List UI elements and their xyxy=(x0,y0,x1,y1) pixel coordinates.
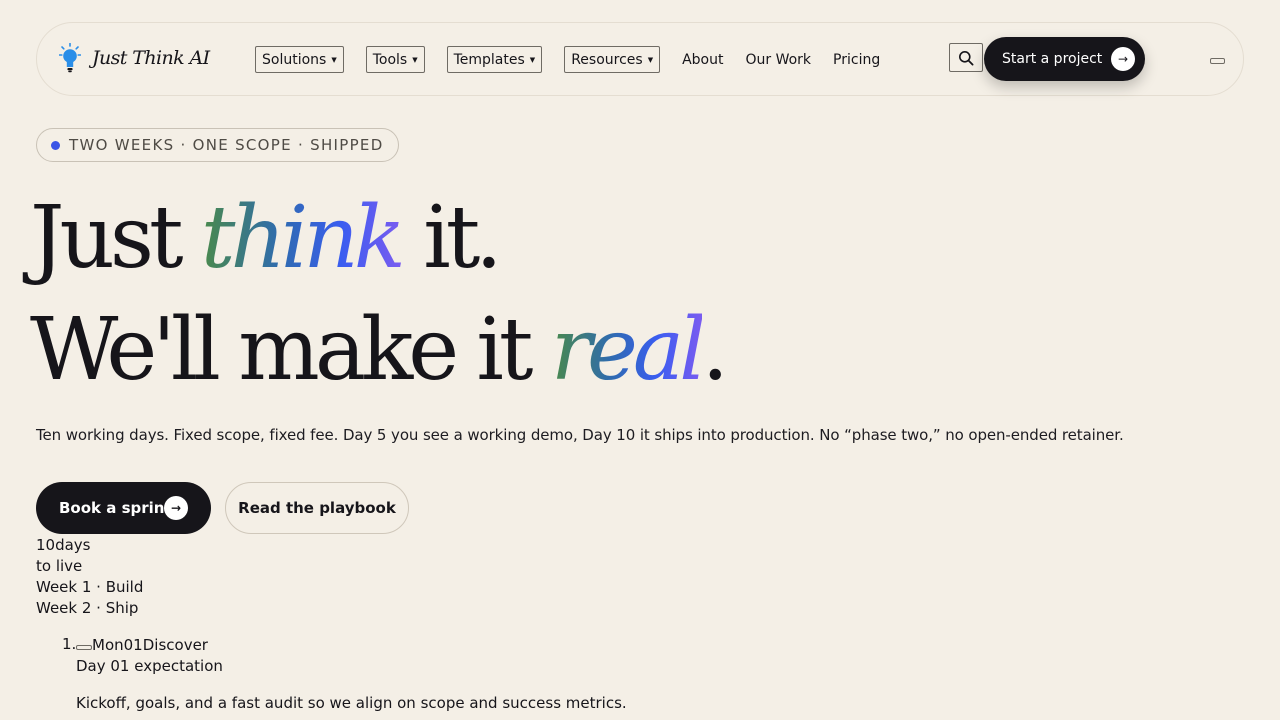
brand-logo[interactable]: Just Think AI xyxy=(59,43,210,73)
timeline-num: 01 xyxy=(123,636,143,654)
menu-solutions-label: Solutions xyxy=(262,51,327,68)
read-playbook-button[interactable]: Read the playbook xyxy=(225,482,409,534)
arrow-right-icon: → xyxy=(1111,47,1135,71)
book-sprint-button[interactable]: Book a sprint → xyxy=(36,482,211,534)
nav-link-our-work[interactable]: Our Work xyxy=(745,52,811,68)
headline-1-accent: think xyxy=(200,188,406,288)
timeline-title: Discover xyxy=(142,636,208,654)
menu-toggle-button[interactable] xyxy=(1210,58,1225,64)
headline-2-after: . xyxy=(701,300,729,400)
menu-resources[interactable]: Resources ▼ xyxy=(564,46,661,73)
arrow-right-icon: → xyxy=(164,496,188,520)
nav-link-pricing[interactable]: Pricing xyxy=(833,52,880,68)
search-icon xyxy=(959,50,974,66)
menu-resources-label: Resources xyxy=(571,51,643,68)
status-dot-icon xyxy=(51,140,60,150)
top-nav: Just Think AI Solutions ▼ Tools ▼ Templa… xyxy=(36,22,1244,96)
caret-down-icon: ▼ xyxy=(331,55,337,64)
caret-down-icon: ▼ xyxy=(412,55,418,64)
headline-2-before: We'll make it xyxy=(30,300,551,400)
timeline-description: Kickoff, goals, and a fast audit so we a… xyxy=(76,694,627,712)
timeline-toggle[interactable] xyxy=(76,645,92,650)
week-1-label: Week 1 · Build xyxy=(36,578,144,596)
nav-link-about[interactable]: About xyxy=(682,52,723,68)
menu-tools[interactable]: Tools ▼ xyxy=(365,46,425,73)
hero-headline: Just think it. We'll make it real. xyxy=(30,182,729,406)
start-project-button[interactable]: Start a project → xyxy=(984,37,1145,81)
timeline-day: Mon xyxy=(92,636,124,654)
hero-badge-text: TWO WEEKS · ONE SCOPE · SHIPPED xyxy=(69,136,384,154)
menu-templates-label: Templates xyxy=(453,51,525,68)
caret-down-icon: ▼ xyxy=(529,55,536,64)
timeline-item: 1. Mon01Discover Day 01 expectation Kick… xyxy=(62,635,627,714)
sprint-stats: 10days to live Week 1 · Build Week 2 · S… xyxy=(36,535,143,619)
week-2-label: Week 2 · Ship xyxy=(36,599,139,617)
menu-solutions[interactable]: Solutions ▼ xyxy=(255,46,344,73)
headline-1-after: it. xyxy=(400,188,502,288)
hero-badge: TWO WEEKS · ONE SCOPE · SHIPPED xyxy=(36,128,399,162)
caret-down-icon: ▼ xyxy=(647,55,654,64)
lightbulb-icon xyxy=(59,43,81,73)
search-button[interactable] xyxy=(949,43,983,72)
headline-1-before: Just xyxy=(30,188,201,288)
headline-line-1: Just think it. xyxy=(30,182,724,294)
menu-tools-label: Tools xyxy=(372,51,408,68)
stat-duration: 10days xyxy=(36,535,143,556)
timeline-body: Mon01Discover Day 01 expectation Kickoff… xyxy=(76,635,627,714)
main-menu: Solutions ▼ Tools ▼ Templates ▼ Resource… xyxy=(255,46,902,73)
sprint-timeline: 1. Mon01Discover Day 01 expectation Kick… xyxy=(62,635,627,714)
timeline-index: 1. xyxy=(62,635,77,653)
book-sprint-label: Book a sprint xyxy=(59,499,172,517)
stat-number: 10 xyxy=(36,536,56,554)
timeline-expectation: Day 01 expectation xyxy=(76,657,223,675)
menu-templates[interactable]: Templates ▼ xyxy=(446,46,543,73)
headline-2-accent: real xyxy=(550,300,707,400)
stat-caption: to live xyxy=(36,557,83,575)
start-project-label: Start a project xyxy=(1002,51,1103,67)
brand-name: Just Think AI xyxy=(92,47,210,69)
stat-unit: days xyxy=(55,536,91,554)
timeline-header: Mon01Discover xyxy=(76,635,627,656)
headline-line-2: We'll make it real. xyxy=(30,294,729,406)
hero-subhead: Ten working days. Fixed scope, fixed fee… xyxy=(36,426,1124,444)
